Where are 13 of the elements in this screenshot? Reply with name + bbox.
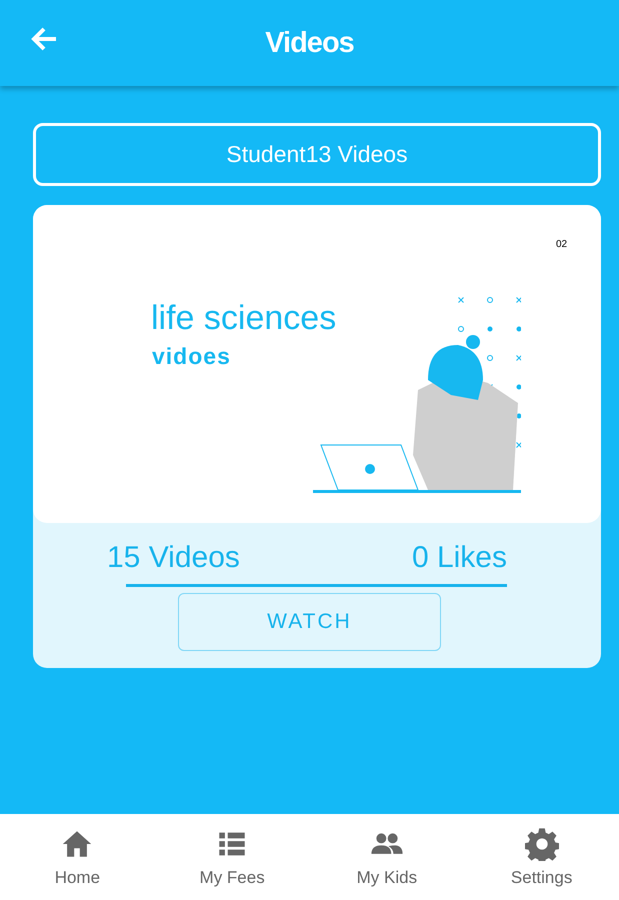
video-thumbnail[interactable]: life sciences vidoes 02 xyxy=(33,205,601,523)
video-count: 15 Videos xyxy=(107,540,240,576)
back-arrow-icon xyxy=(30,26,58,52)
nav-tab[interactable]: Home xyxy=(0,814,155,900)
nav-tab[interactable]: My Fees xyxy=(154,814,310,900)
thumbnail-title: life sciences xyxy=(151,298,336,339)
nav-tab[interactable]: My Kids xyxy=(310,814,464,900)
page-title: Videos xyxy=(265,26,354,60)
slide-number: 02 xyxy=(556,238,568,252)
settings-icon xyxy=(524,826,559,861)
nav-tab[interactable]: Settings xyxy=(464,814,619,900)
likes-count: 0 Likes xyxy=(412,540,507,576)
thumbnail-subtitle: vidoes xyxy=(152,342,231,371)
